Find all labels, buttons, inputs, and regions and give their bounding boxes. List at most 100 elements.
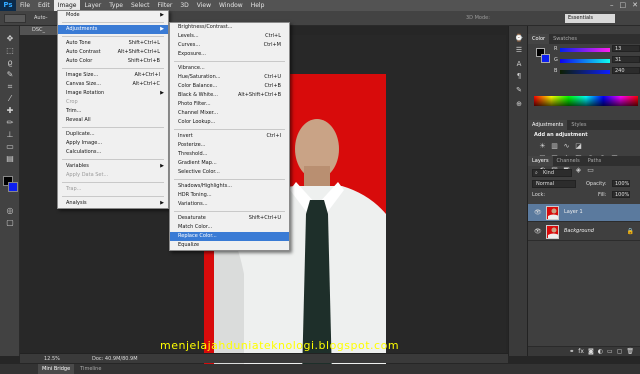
document-tab[interactable]: DSC_ [20,26,60,35]
brush-tool-icon[interactable]: ✏ [5,118,15,128]
background-color-swatch[interactable] [8,182,18,192]
zoom-level[interactable]: 12.5% [44,356,60,362]
menu-item-trim[interactable]: Trim... [58,107,168,116]
menu-item-brightness-contrast[interactable]: Brightness/Contrast... [170,23,289,32]
link-icon[interactable]: ⚭ [569,347,574,356]
menu-item-black-white[interactable]: Black & White... Alt+Shift+Ctrl+B [170,91,289,100]
layer-row-background[interactable]: 👁 Background 🔒 [528,223,640,241]
layer-filter-select[interactable]: ⌕ Kind [532,169,572,177]
screen-mode-icon[interactable]: ▢ [5,218,15,228]
quick-mask-icon[interactable]: ◎ [5,206,15,216]
menu-item-curves[interactable]: Curves... Ctrl+M [170,41,289,50]
marquee-tool-icon[interactable]: ⬚ [5,46,15,56]
menu-item-mode[interactable]: Mode ▶ [58,11,168,20]
auto-select-checkbox[interactable]: Auto- [34,15,48,21]
menu-item-image-size[interactable]: Image Size... Alt+Ctrl+I [58,71,168,80]
stamp-tool-icon[interactable]: ⊥ [5,130,15,140]
menu-item-selective-color[interactable]: Selective Color... [170,168,289,177]
blend-mode-select[interactable]: Normal [532,180,576,188]
menu-item-vibrance[interactable]: Vibrance... [170,64,289,73]
new-layer-icon[interactable]: ▢ [617,347,623,356]
menu-item-levels[interactable]: Levels... Ctrl+L [170,32,289,41]
blue-slider[interactable] [560,70,610,74]
selective-color-adjustment-icon[interactable]: ◈ [574,166,583,175]
menu-item-replace-color[interactable]: Replace Color... [170,232,289,241]
tab-timeline[interactable]: Timeline [76,364,105,374]
menu-item-duplicate[interactable]: Duplicate... [58,130,168,139]
menu-item-variations[interactable]: Variations... [170,200,289,209]
menu-item-desaturate[interactable]: Desaturate Shift+Ctrl+U [170,214,289,223]
menu-item-auto-contrast[interactable]: Auto Contrast Alt+Shift+Ctrl+L [58,48,168,57]
menu-item-analysis[interactable]: Analysis ▶ [58,199,168,208]
character-icon[interactable]: A [514,60,524,69]
tab-mini-bridge[interactable]: Mini Bridge [38,364,75,374]
blue-value[interactable]: 240 [612,67,640,74]
menu-view[interactable]: View [193,0,215,11]
maximize-button[interactable]: □ [620,0,627,11]
tool-preset-picker[interactable] [4,14,26,23]
fx-icon[interactable]: fx [578,347,584,356]
menu-item-variables[interactable]: Variables ▶ [58,162,168,171]
color-spectrum[interactable] [534,96,638,106]
menu-item-posterize[interactable]: Posterize... [170,141,289,150]
menu-item-gradient-map[interactable]: Gradient Map... [170,159,289,168]
properties-icon[interactable]: ☰ [514,46,524,55]
color-panel-background[interactable] [541,54,550,63]
menu-item-channel-mixer[interactable]: Channel Mixer... [170,109,289,118]
tab-styles[interactable]: Styles [567,120,590,130]
tab-layers[interactable]: Layers [528,156,553,166]
tab-adjustments[interactable]: Adjustments [528,120,568,130]
healing-tool-icon[interactable]: ✚ [5,106,15,116]
menu-item-equalize[interactable]: Equalize [170,241,289,250]
eyedropper-tool-icon[interactable]: ⁄ [5,94,15,104]
levels-adjustment-icon[interactable]: ▥ [550,142,559,151]
eraser-tool-icon[interactable]: ▭ [5,142,15,152]
new-adjustment-icon[interactable]: ◐ [598,347,603,356]
eye-icon[interactable]: 👁 [534,209,542,216]
menu-window[interactable]: Window [215,0,247,11]
menu-item-threshold[interactable]: Threshold... [170,150,289,159]
layer-row-layer-1[interactable]: 👁 Layer 1 [528,204,640,222]
brush-preset-icon[interactable]: ✎ [514,86,524,95]
menu-item-apply-image[interactable]: Apply Image... [58,139,168,148]
menu-item-shadows-highlights[interactable]: Shadows/Highlights... [170,182,289,191]
fill-value[interactable]: 100% [612,191,630,198]
brightness-adjustment-icon[interactable]: ☀ [538,142,547,151]
folder-icon[interactable]: ▭ [607,347,613,356]
menu-item-hue-saturation[interactable]: Hue/Saturation... Ctrl+U [170,73,289,82]
paragraph-icon[interactable]: ¶ [514,72,524,81]
history-icon[interactable]: ⌚ [514,34,524,43]
menu-item-photo-filter[interactable]: Photo Filter... [170,100,289,109]
mask-icon[interactable]: ◙ [588,347,594,356]
tab-channels[interactable]: Channels [553,156,584,166]
menu-item-hdr-toning[interactable]: HDR Toning... [170,191,289,200]
menu-item-auto-tone[interactable]: Auto Tone Shift+Ctrl+L [58,39,168,48]
menu-item-image-rotation[interactable]: Image Rotation ▶ [58,89,168,98]
green-slider[interactable] [560,59,610,63]
curves-adjustment-icon[interactable]: ∿ [562,142,571,151]
menu-item-exposure[interactable]: Exposure... [170,50,289,59]
gradient-map-adjustment-icon[interactable]: ▭ [586,166,595,175]
menu-item-color-balance[interactable]: Color Balance... Ctrl+B [170,82,289,91]
menu-help[interactable]: Help [247,0,269,11]
menu-edit[interactable]: Edit [34,0,54,11]
menu-item-auto-color[interactable]: Auto Color Shift+Ctrl+B [58,57,168,66]
tab-color[interactable]: Color [528,34,550,44]
quick-select-tool-icon[interactable]: ✎ [5,70,15,80]
tab-swatches[interactable]: Swatches [549,34,581,44]
menu-item-match-color[interactable]: Match Color... [170,223,289,232]
trash-icon[interactable]: 🗑 [626,347,634,356]
menu-file[interactable]: File [16,0,34,11]
exposure-adjustment-icon[interactable]: ◪ [574,142,583,151]
eye-icon[interactable]: 👁 [534,228,542,235]
clone-source-icon[interactable]: ⊕ [514,100,524,109]
menu-item-calculations[interactable]: Calculations... [58,148,168,157]
menu-item-invert[interactable]: Invert Ctrl+I [170,132,289,141]
tab-paths[interactable]: Paths [584,156,606,166]
opacity-value[interactable]: 100% [612,180,630,187]
red-slider[interactable] [560,48,610,52]
close-button[interactable]: ✕ [632,0,638,11]
move-tool-icon[interactable]: ✥ [5,34,15,44]
color-fg-bg-swatches[interactable] [536,48,550,63]
menu-item-reveal-all[interactable]: Reveal All [58,116,168,125]
